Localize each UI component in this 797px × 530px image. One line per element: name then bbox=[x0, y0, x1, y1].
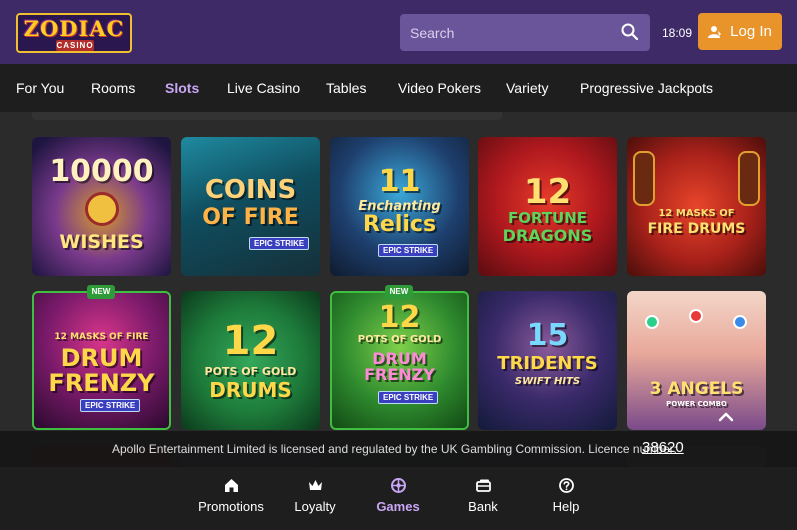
game-title-top: 3 ANGELS bbox=[649, 379, 744, 399]
mask-icon bbox=[738, 151, 760, 206]
clock-time: 18:09 bbox=[662, 26, 693, 40]
gem-icon bbox=[733, 315, 747, 329]
nav-item-live-casino[interactable]: Live Casino bbox=[227, 80, 300, 96]
chevron-up-icon bbox=[718, 412, 734, 422]
epic-strike-tag: EPIC STRIKE bbox=[378, 391, 439, 404]
new-badge: NEW bbox=[87, 285, 115, 299]
game-title-bottom: Relics bbox=[362, 212, 437, 237]
game-title-top: COINS bbox=[204, 175, 297, 205]
game-title-top: 12 bbox=[222, 318, 279, 364]
epic-strike-tag: EPIC STRIKE bbox=[80, 399, 141, 412]
epic-strike-tag: EPIC STRIKE bbox=[378, 244, 439, 257]
new-badge: NEW bbox=[385, 285, 413, 299]
game-title-bottom: SWIFT HITS bbox=[514, 376, 581, 387]
nav-item-progressive-jackpots[interactable]: Progressive Jackpots bbox=[580, 80, 713, 96]
bottom-nav-label: Games bbox=[376, 499, 420, 514]
bottom-nav-label: Help bbox=[552, 499, 580, 514]
game-tile-15-tridents-swift-hits[interactable]: 15 TRIDENTS SWIFT HITS bbox=[478, 291, 617, 430]
game-title-mid: FORTUNE bbox=[507, 209, 588, 227]
bottom-nav-help[interactable]: Help bbox=[521, 477, 611, 514]
help-icon bbox=[558, 478, 574, 493]
gem-icon bbox=[645, 315, 659, 329]
game-tile-12-fortune-dragons[interactable]: 12 FORTUNE DRAGONS bbox=[478, 137, 617, 276]
nav-item-slots[interactable]: Slots bbox=[165, 80, 199, 96]
licence-number-link[interactable]: 38620 bbox=[642, 439, 684, 456]
bottom-nav: Promotions Loyalty Games Bank Help bbox=[0, 467, 797, 530]
scroll-to-top-button[interactable] bbox=[706, 403, 746, 431]
home-icon bbox=[224, 479, 238, 492]
bank-icon bbox=[475, 479, 491, 492]
game-tile-12-masks-of-fire-drums[interactable]: 12 MASKS OF FIRE DRUMS bbox=[627, 137, 766, 276]
nav-item-for-you[interactable]: For You bbox=[16, 80, 64, 96]
game-title-top: 12 bbox=[523, 172, 572, 212]
nav-item-video-pokers[interactable]: Video Pokers bbox=[398, 80, 481, 96]
game-title-bottom: DRUMS bbox=[209, 378, 292, 402]
bottom-nav-games[interactable]: Games bbox=[353, 477, 443, 514]
game-tile-12-pots-of-gold-drums[interactable]: 12 POTS OF GOLD DRUMS bbox=[181, 291, 320, 430]
nav-item-rooms[interactable]: Rooms bbox=[91, 80, 135, 96]
game-title-bottom: DRAGONS bbox=[502, 226, 593, 245]
user-icon bbox=[708, 25, 722, 38]
divider bbox=[32, 112, 502, 120]
logo-sub-text: CASINO bbox=[56, 40, 94, 51]
game-title-bottom: WISHES bbox=[59, 231, 144, 253]
game-title-bottom: DRUM FRENZY bbox=[364, 349, 435, 384]
game-title-top: 12 bbox=[378, 300, 421, 335]
game-title-mid: POTS OF GOLD bbox=[204, 365, 297, 378]
game-title-top: 15 bbox=[526, 318, 569, 353]
bottom-nav-bank[interactable]: Bank bbox=[438, 477, 528, 514]
bottom-nav-loyalty[interactable]: Loyalty bbox=[270, 477, 360, 514]
game-title-bottom: FRENZY bbox=[48, 369, 155, 397]
search-box[interactable] bbox=[400, 14, 650, 51]
licence-text: Apollo Entertainment Limited is licensed… bbox=[112, 442, 677, 456]
category-nav: For You Rooms Slots Live Casino Tables V… bbox=[0, 64, 797, 112]
epic-strike-tag: EPIC STRIKE bbox=[249, 237, 310, 250]
login-button[interactable]: Log In bbox=[698, 13, 782, 50]
game-tile-12-pots-of-gold-drum-frenzy[interactable]: 12 POTS OF GOLD DRUM FRENZY EPIC STRIKE bbox=[330, 291, 469, 430]
search-input[interactable] bbox=[410, 14, 610, 51]
top-header: ZODIAC CASINO 18:09 Log In bbox=[0, 0, 797, 64]
game-title-mid: DRUM bbox=[60, 344, 143, 372]
game-title-top: 12 MASKS OF FIRE bbox=[54, 332, 149, 342]
login-label: Log In bbox=[730, 23, 772, 40]
zodiac-casino-logo[interactable]: ZODIAC CASINO bbox=[16, 13, 132, 53]
bottom-nav-promotions[interactable]: Promotions bbox=[186, 477, 276, 514]
bottom-nav-label: Promotions bbox=[198, 499, 264, 514]
crown-icon bbox=[308, 480, 322, 490]
game-tile-drum-frenzy[interactable]: 12 MASKS OF FIRE DRUM FRENZY EPIC STRIKE bbox=[32, 291, 171, 430]
games-icon bbox=[390, 478, 406, 493]
nav-item-tables[interactable]: Tables bbox=[326, 80, 366, 96]
logo-main-text: ZODIAC bbox=[23, 16, 125, 41]
game-title-mid: TRIDENTS bbox=[497, 353, 598, 374]
game-title-mid: POTS OF GOLD bbox=[357, 334, 442, 345]
games-grid: 10000 WISHES COINS OF FIRE EPIC STRIKE 1… bbox=[0, 112, 797, 468]
game-tile-10000-wishes[interactable]: 10000 WISHES bbox=[32, 137, 171, 276]
search-icon[interactable] bbox=[620, 22, 640, 42]
game-title-bottom: FIRE DRUMS bbox=[647, 221, 746, 237]
licence-banner: Apollo Entertainment Limited is licensed… bbox=[0, 431, 797, 467]
game-tile-11-enchanting-relics[interactable]: 11 Enchanting Relics EPIC STRIKE bbox=[330, 137, 469, 276]
mask-icon bbox=[633, 151, 655, 206]
game-title-top: 10000 bbox=[49, 154, 154, 189]
bottom-nav-label: Bank bbox=[468, 499, 498, 514]
game-title-top: 12 MASKS OF bbox=[658, 208, 735, 219]
game-title-bottom: OF FIRE bbox=[202, 205, 299, 230]
game-title-top: 11 bbox=[378, 164, 421, 199]
bottom-nav-label: Loyalty bbox=[294, 499, 336, 514]
nav-item-variety[interactable]: Variety bbox=[506, 80, 549, 96]
gem-icon bbox=[689, 309, 703, 323]
wheel-icon bbox=[85, 192, 119, 226]
game-tile-coins-of-fire[interactable]: COINS OF FIRE EPIC STRIKE bbox=[181, 137, 320, 276]
